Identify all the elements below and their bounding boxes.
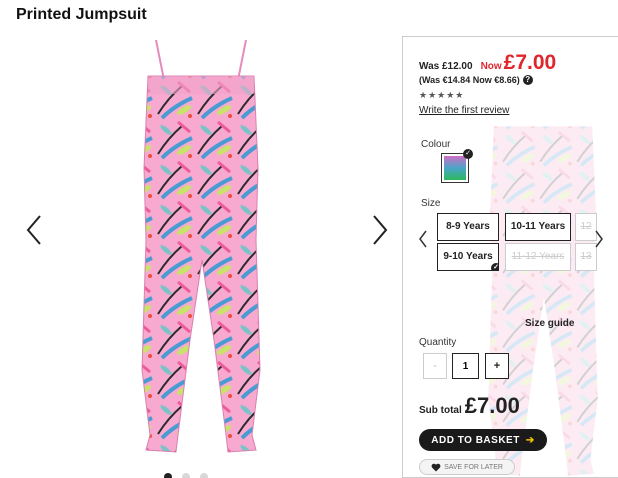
gallery-dot[interactable] [164,473,172,478]
colour-swatch[interactable]: ✓ [441,149,473,183]
size-option-label: 12 [580,221,592,232]
selected-check-icon: ✓ [491,263,498,270]
gallery-dot[interactable] [200,473,208,478]
was-price: Was £12.00 [419,61,473,72]
arrow-right-icon: ➔ [525,434,535,446]
euro-price-text: (Was €14.84 Now €8.66) [419,75,520,85]
save-for-later-button[interactable]: SAVE FOR LATER [419,459,515,475]
subtotal-value: £7.00 [464,393,520,418]
gallery-dot[interactable] [182,473,190,478]
size-next-arrow-icon[interactable] [593,229,605,249]
size-option-label: 10-11 Years [510,221,566,232]
now-label: Now [480,61,502,72]
write-review-link[interactable]: Write the first review [419,105,509,116]
size-option-label: 9-10 Years [443,251,493,262]
selected-check-icon: ✓ [463,149,473,159]
euro-price: (Was €14.84 Now €8.66) ? [419,75,533,85]
size-option-selected[interactable]: 9-10 Years ✓ [437,243,499,271]
heart-icon [431,463,441,471]
image-gallery [0,30,400,478]
size-prev-arrow-icon[interactable] [417,229,429,249]
add-to-basket-button[interactable]: ADD TO BASKET ➔ [419,429,547,451]
quantity-increase-button[interactable]: + [485,353,509,379]
size-label: Size [421,198,441,209]
page-title: Printed Jumpsuit [16,6,147,23]
gallery-dots [164,473,208,478]
help-icon[interactable]: ? [522,75,533,85]
add-to-basket-label: ADD TO BASKET [431,434,520,446]
subtotal-label: Sub total [419,405,462,416]
quantity-input[interactable] [452,353,479,379]
rating-stars-icon: ★★★★★ [419,90,465,100]
product-image [141,40,261,453]
subtotal-row: Sub total £7.00 [419,393,520,419]
size-option[interactable]: 8-9 Years [437,213,499,241]
quantity-label: Quantity [419,337,457,348]
price-row: Was £12.00 Now £7.00 [419,51,556,75]
gallery-next-arrow-icon[interactable] [368,212,392,248]
size-guide-link[interactable]: Size guide [525,318,574,329]
swatch-fill [444,156,466,180]
size-option-label: 11-12 Years [511,251,565,262]
size-option-label: 8-9 Years [446,221,490,232]
save-for-later-label: SAVE FOR LATER [444,463,503,471]
size-option-label: 13 [580,251,592,262]
now-price: £7.00 [503,51,557,74]
colour-label: Colour [421,139,451,150]
purchase-panel: Was £12.00 Now £7.00 (Was €14.84 Now €8.… [402,36,618,478]
size-option: 11-12 Years [505,243,571,271]
size-option[interactable]: 10-11 Years [505,213,571,241]
quantity-decrease-button[interactable]: - [423,353,447,379]
gallery-prev-arrow-icon[interactable] [22,212,46,248]
